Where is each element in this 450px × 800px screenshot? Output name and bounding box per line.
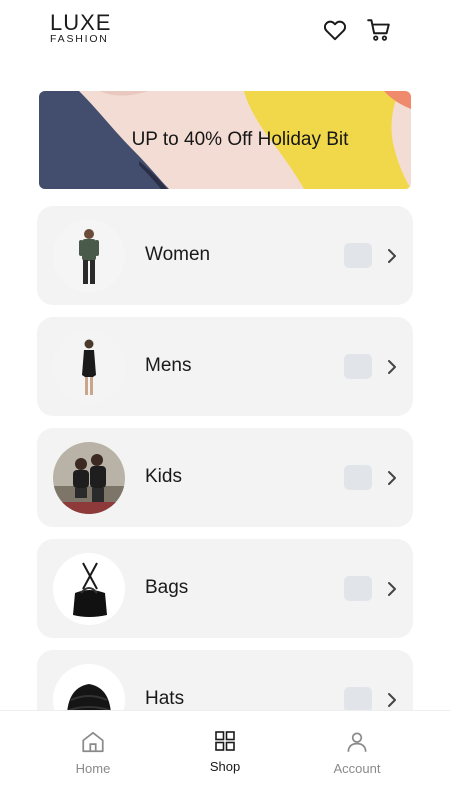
bottom-navigation: Home Shop Account: [0, 710, 450, 800]
nav-shop[interactable]: Shop: [180, 729, 270, 774]
category-card-kids[interactable]: Kids: [37, 428, 413, 527]
app-header: LUXE FASHION: [0, 0, 450, 70]
category-checkbox[interactable]: [344, 354, 372, 379]
category-image-kids: [53, 442, 125, 514]
category-card-bags[interactable]: Bags: [37, 539, 413, 638]
category-checkbox[interactable]: [344, 243, 372, 268]
nav-label-account: Account: [333, 761, 381, 776]
nav-home[interactable]: Home: [48, 729, 138, 776]
chevron-right-icon[interactable]: [385, 246, 399, 266]
category-image-mens: [53, 331, 125, 403]
brand-logo[interactable]: LUXE FASHION: [50, 12, 120, 45]
promo-banner[interactable]: UP to 40% Off Holiday Bit: [39, 91, 411, 189]
chevron-right-icon[interactable]: [385, 579, 399, 599]
category-label: Mens: [145, 355, 192, 376]
category-checkbox[interactable]: [344, 687, 372, 712]
chevron-right-icon[interactable]: [385, 468, 399, 488]
grid-icon: [215, 731, 235, 751]
chevron-right-icon[interactable]: [385, 690, 399, 710]
category-checkbox[interactable]: [344, 465, 372, 490]
nav-account[interactable]: Account: [312, 729, 402, 776]
category-label: Bags: [145, 577, 189, 598]
home-icon: [82, 731, 104, 753]
logo-subtitle: FASHION: [50, 33, 109, 45]
banner-headline: UP to 40% Off Holiday Bit: [131, 129, 349, 150]
user-icon: [347, 732, 367, 752]
nav-label-home: Home: [75, 761, 111, 776]
heart-icon[interactable]: [322, 17, 348, 43]
cart-icon[interactable]: [366, 17, 392, 43]
category-card-women[interactable]: Women: [37, 206, 413, 305]
category-image-women: [53, 220, 125, 292]
category-checkbox[interactable]: [344, 576, 372, 601]
category-card-mens[interactable]: Mens: [37, 317, 413, 416]
category-label: Hats: [145, 688, 185, 709]
category-image-bags: [53, 553, 125, 625]
nav-label-shop: Shop: [209, 759, 241, 774]
category-label: Kids: [145, 466, 182, 487]
chevron-right-icon[interactable]: [385, 357, 399, 377]
logo-wordmark: LUXE: [50, 10, 112, 35]
category-label: Women: [145, 244, 211, 265]
